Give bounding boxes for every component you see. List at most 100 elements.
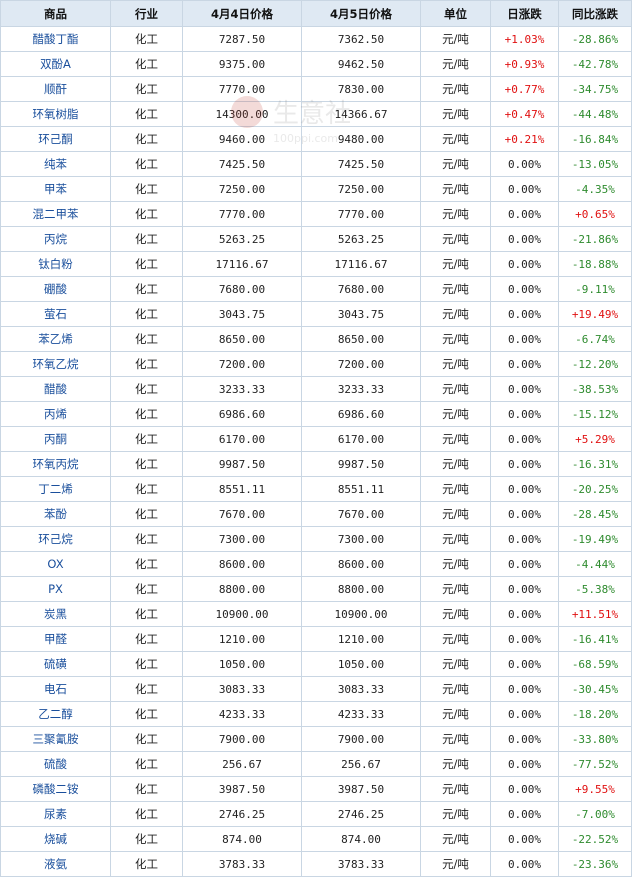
header-yoy-change: 同比涨跌: [558, 0, 632, 27]
product-name-link[interactable]: 尿素: [0, 801, 111, 827]
product-name-link[interactable]: 硫磺: [0, 651, 111, 677]
product-name-link[interactable]: 苯酚: [0, 501, 111, 527]
daily-change-cell: 0.00%: [490, 776, 559, 802]
product-name-link[interactable]: 丁二烯: [0, 476, 111, 502]
product-name-link[interactable]: 丙烷: [0, 226, 111, 252]
industry-cell: 化工: [110, 651, 183, 677]
industry-cell: 化工: [110, 201, 183, 227]
product-name-link[interactable]: OX: [0, 551, 111, 577]
header-row: 商品 行业 4月4日价格 4月5日价格 单位 日涨跌 同比涨跌: [0, 0, 632, 27]
price-apr5-cell: 7200.00: [301, 351, 421, 377]
price-apr4-cell: 7770.00: [182, 76, 302, 102]
yoy-change-cell: -5.38%: [558, 576, 632, 602]
table-row: 丁二烯 化工 8551.11 8551.11 元/吨 0.00% -20.25%: [0, 476, 632, 502]
yoy-change-cell: -12.20%: [558, 351, 632, 377]
yoy-change-cell: -38.53%: [558, 376, 632, 402]
price-apr5-cell: 10900.00: [301, 601, 421, 627]
price-apr5-cell: 7680.00: [301, 276, 421, 302]
price-apr4-cell: 7250.00: [182, 176, 302, 202]
price-apr5-cell: 14366.67: [301, 101, 421, 127]
unit-cell: 元/吨: [420, 626, 491, 652]
product-name-link[interactable]: 磷酸二铵: [0, 776, 111, 802]
product-name-link[interactable]: 炭黑: [0, 601, 111, 627]
yoy-change-cell: -22.52%: [558, 826, 632, 852]
daily-change-cell: 0.00%: [490, 251, 559, 277]
product-name-link[interactable]: 醋酸: [0, 376, 111, 402]
price-apr4-cell: 9987.50: [182, 451, 302, 477]
industry-cell: 化工: [110, 26, 183, 52]
price-apr5-cell: 17116.67: [301, 251, 421, 277]
price-apr4-cell: 1210.00: [182, 626, 302, 652]
industry-cell: 化工: [110, 376, 183, 402]
product-name-link[interactable]: PX: [0, 576, 111, 602]
industry-cell: 化工: [110, 851, 183, 877]
product-name-link[interactable]: 环己烷: [0, 526, 111, 552]
price-apr5-cell: 7770.00: [301, 201, 421, 227]
table-row: 环己酮 化工 9460.00 9480.00 元/吨 +0.21% -16.84%: [0, 126, 632, 152]
price-apr4-cell: 2746.25: [182, 801, 302, 827]
unit-cell: 元/吨: [420, 151, 491, 177]
price-apr5-cell: 1210.00: [301, 626, 421, 652]
product-name-link[interactable]: 顺酐: [0, 76, 111, 102]
unit-cell: 元/吨: [420, 276, 491, 302]
industry-cell: 化工: [110, 351, 183, 377]
product-name-link[interactable]: 醋酸丁酯: [0, 26, 111, 52]
product-name-link[interactable]: 萤石: [0, 301, 111, 327]
table-row: 硫磺 化工 1050.00 1050.00 元/吨 0.00% -68.59%: [0, 651, 632, 677]
product-name-link[interactable]: 三聚氰胺: [0, 726, 111, 752]
product-name-link[interactable]: 乙二醇: [0, 701, 111, 727]
daily-change-cell: 0.00%: [490, 526, 559, 552]
unit-cell: 元/吨: [420, 126, 491, 152]
header-price-apr4: 4月4日价格: [182, 0, 302, 27]
yoy-change-cell: -30.45%: [558, 676, 632, 702]
unit-cell: 元/吨: [420, 226, 491, 252]
price-apr4-cell: 7770.00: [182, 201, 302, 227]
yoy-change-cell: -77.52%: [558, 751, 632, 777]
price-apr4-cell: 5263.25: [182, 226, 302, 252]
product-name-link[interactable]: 甲苯: [0, 176, 111, 202]
product-name-link[interactable]: 双酚A: [0, 51, 111, 77]
unit-cell: 元/吨: [420, 176, 491, 202]
product-name-link[interactable]: 烧碱: [0, 826, 111, 852]
product-name-link[interactable]: 环氧乙烷: [0, 351, 111, 377]
daily-change-cell: +0.47%: [490, 101, 559, 127]
yoy-change-cell: -16.31%: [558, 451, 632, 477]
product-name-link[interactable]: 纯苯: [0, 151, 111, 177]
product-name-link[interactable]: 环氧丙烷: [0, 451, 111, 477]
product-name-link[interactable]: 丙酮: [0, 426, 111, 452]
unit-cell: 元/吨: [420, 401, 491, 427]
product-name-link[interactable]: 甲醛: [0, 626, 111, 652]
daily-change-cell: 0.00%: [490, 601, 559, 627]
price-apr4-cell: 874.00: [182, 826, 302, 852]
product-name-link[interactable]: 钛白粉: [0, 251, 111, 277]
unit-cell: 元/吨: [420, 351, 491, 377]
product-name-link[interactable]: 苯乙烯: [0, 326, 111, 352]
price-apr4-cell: 7670.00: [182, 501, 302, 527]
product-name-link[interactable]: 环氧树脂: [0, 101, 111, 127]
product-name-link[interactable]: 电石: [0, 676, 111, 702]
yoy-change-cell: -21.86%: [558, 226, 632, 252]
unit-cell: 元/吨: [420, 376, 491, 402]
product-name-link[interactable]: 硫酸: [0, 751, 111, 777]
price-apr5-cell: 7900.00: [301, 726, 421, 752]
table-row: 液氨 化工 3783.33 3783.33 元/吨 0.00% -23.36%: [0, 851, 632, 877]
yoy-change-cell: -4.35%: [558, 176, 632, 202]
price-apr5-cell: 3233.33: [301, 376, 421, 402]
product-name-link[interactable]: 液氨: [0, 851, 111, 877]
unit-cell: 元/吨: [420, 251, 491, 277]
product-name-link[interactable]: 硼酸: [0, 276, 111, 302]
price-apr5-cell: 7425.50: [301, 151, 421, 177]
industry-cell: 化工: [110, 51, 183, 77]
unit-cell: 元/吨: [420, 76, 491, 102]
price-apr5-cell: 3043.75: [301, 301, 421, 327]
product-name-link[interactable]: 丙烯: [0, 401, 111, 427]
yoy-change-cell: -23.36%: [558, 851, 632, 877]
daily-change-cell: 0.00%: [490, 301, 559, 327]
table-row: 丙烷 化工 5263.25 5263.25 元/吨 0.00% -21.86%: [0, 226, 632, 252]
table-row: 三聚氰胺 化工 7900.00 7900.00 元/吨 0.00% -33.80%: [0, 726, 632, 752]
table-row: 硼酸 化工 7680.00 7680.00 元/吨 0.00% -9.11%: [0, 276, 632, 302]
price-apr4-cell: 7287.50: [182, 26, 302, 52]
product-name-link[interactable]: 环己酮: [0, 126, 111, 152]
product-name-link[interactable]: 混二甲苯: [0, 201, 111, 227]
header-daily-change: 日涨跌: [490, 0, 559, 27]
